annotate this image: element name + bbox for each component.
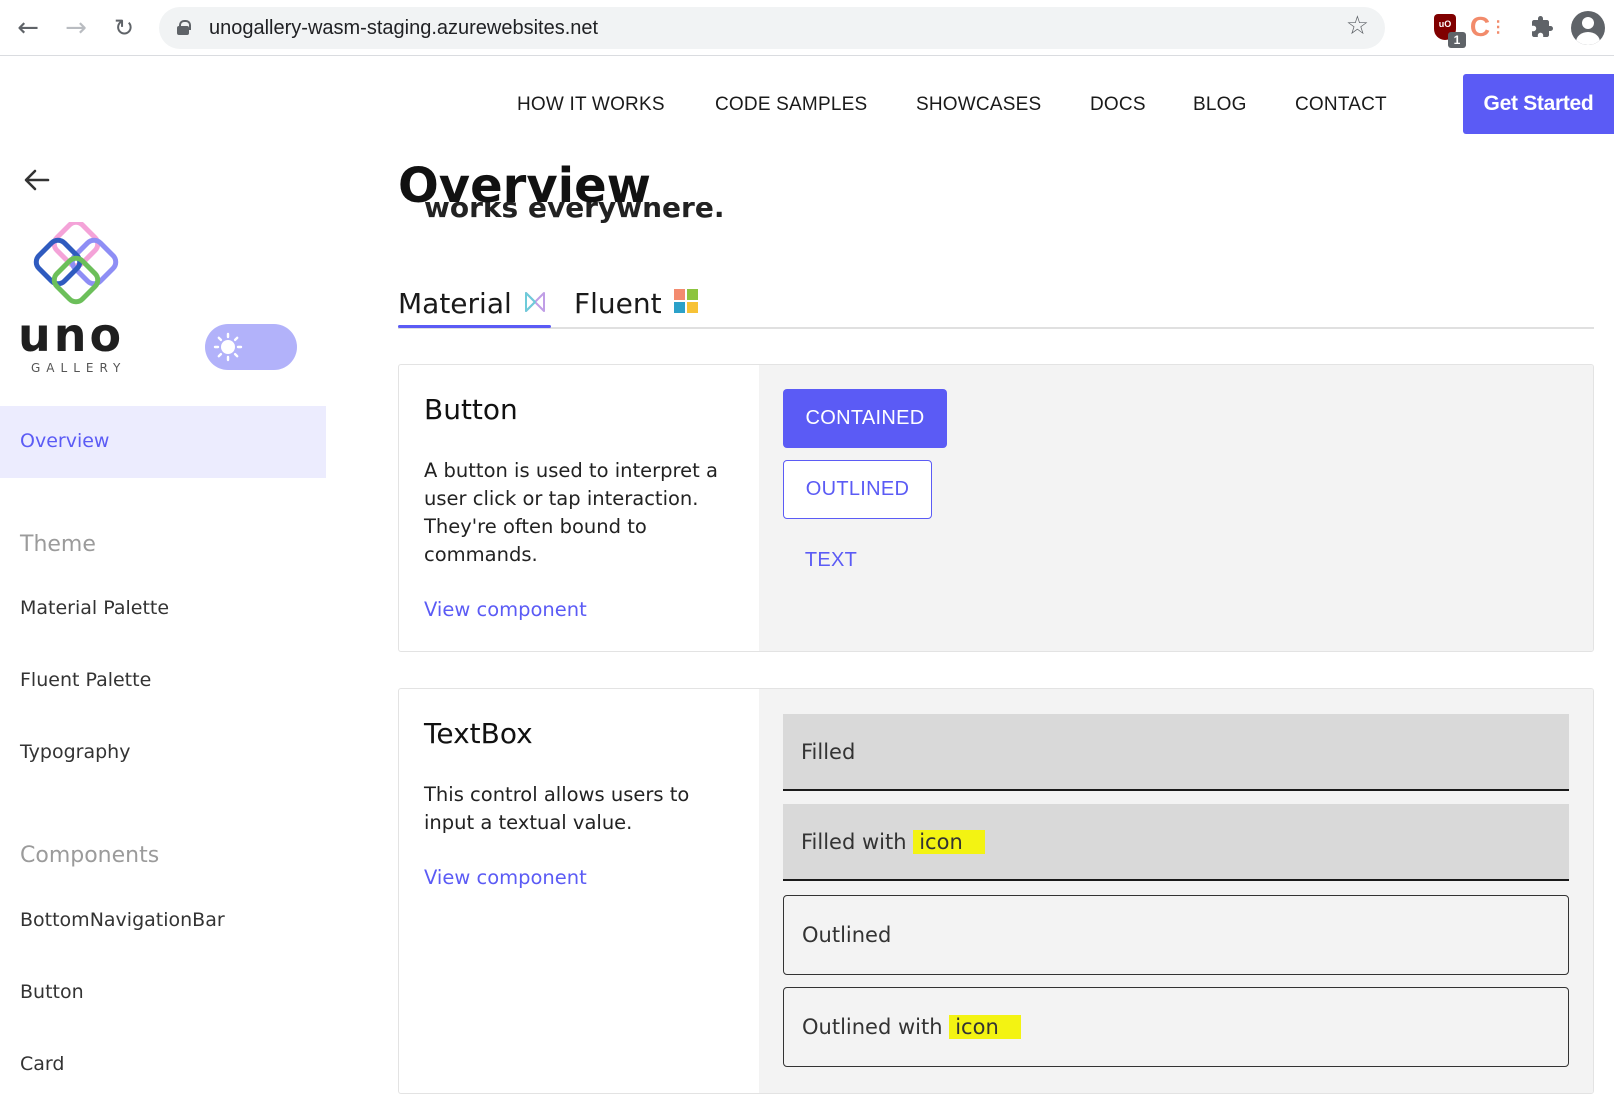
tab-material-label: Material	[398, 286, 512, 320]
tabs-divider	[398, 327, 1594, 329]
extensions-puzzle-icon[interactable]	[1527, 12, 1557, 42]
filled-icon-textbox-placeholder: Filled with	[801, 829, 914, 854]
theme-toggle[interactable]	[205, 324, 297, 370]
brand-subtitle: GALLERY	[31, 361, 127, 375]
button-view-component-link[interactable]: View component	[424, 598, 587, 621]
outlined-icon-textbox[interactable]: Outlined with icon	[783, 987, 1569, 1067]
back-icon[interactable]: ←	[10, 10, 46, 46]
textbox-view-component-link[interactable]: View component	[424, 866, 587, 889]
tab-fluent-label: Fluent	[574, 286, 662, 320]
sidebar-item-card[interactable]: Card	[20, 1053, 64, 1075]
text-button[interactable]: TEXT	[783, 531, 879, 590]
reload-icon[interactable]: ↻	[106, 10, 142, 46]
extension-badge: 1	[1448, 32, 1466, 48]
nav-contact[interactable]: CONTACT	[1295, 94, 1387, 118]
brand-name: uno	[18, 308, 125, 362]
colorzilla-icon[interactable]: C ⋮	[1470, 11, 1506, 42]
button-card-description: A button is used to interpret a user cli…	[424, 459, 718, 566]
sun-icon	[213, 332, 243, 362]
page-title: Overview	[398, 158, 651, 214]
filled-textbox-placeholder: Filled	[801, 739, 856, 764]
material-icon	[524, 287, 546, 320]
button-card: Button A button is used to interpret a u…	[398, 364, 1594, 652]
forward-icon[interactable]: →	[58, 10, 94, 46]
sidebar-item-button[interactable]: Button	[20, 981, 84, 1003]
sidebar-header-components: Components	[20, 843, 160, 868]
filled-icon-textbox[interactable]: Filled with icon	[783, 804, 1569, 881]
sidebar-item-bottomnavigationbar[interactable]: BottomNavigationBar	[20, 909, 225, 931]
contained-button[interactable]: CONTAINED	[783, 389, 947, 448]
outlined-textbox[interactable]: Outlined	[783, 895, 1569, 975]
button-card-title: Button	[424, 393, 518, 426]
outlined-button[interactable]: OUTLINED	[783, 460, 932, 519]
textbox-card: TextBox This control allows users to inp…	[398, 688, 1594, 1094]
url-text[interactable]: unogallery-wasm-staging.azurewebsites.ne…	[209, 17, 598, 40]
nav-showcases[interactable]: SHOWCASES	[916, 94, 1041, 118]
nav-docs[interactable]: DOCS	[1090, 94, 1146, 118]
sidebar-item-material-palette[interactable]: Material Palette	[20, 597, 169, 619]
back-arrow-icon[interactable]	[20, 163, 54, 197]
bookmark-star-icon[interactable]: ☆	[1346, 11, 1369, 41]
nav-how-it-works[interactable]: HOW IT WORKS	[517, 94, 665, 118]
sidebar-header-theme: Theme	[20, 532, 96, 557]
sidebar-item-overview-label[interactable]: Overview	[20, 430, 109, 452]
filled-textbox[interactable]: Filled	[783, 714, 1569, 791]
nav-blog[interactable]: BLOG	[1193, 94, 1247, 118]
uno-logo-icon	[30, 219, 122, 310]
tab-material[interactable]: Material	[398, 279, 546, 327]
tab-fluent[interactable]: Fluent	[574, 279, 698, 327]
profile-avatar-icon[interactable]	[1571, 11, 1605, 45]
lock-icon[interactable]	[177, 20, 191, 35]
sidebar-item-typography[interactable]: Typography	[20, 741, 130, 763]
filled-icon-textbox-highlight: icon	[913, 829, 985, 854]
outlined-icon-textbox-highlight: icon	[949, 1015, 1021, 1039]
get-started-button[interactable]: Get Started	[1463, 74, 1614, 134]
sidebar-item-fluent-palette[interactable]: Fluent Palette	[20, 669, 151, 691]
nav-code-samples[interactable]: CODE SAMPLES	[715, 94, 867, 118]
textbox-card-description: This control allows users to input a tex…	[424, 783, 690, 834]
browser-toolbar: ← → ↻ unogallery-wasm-staging.azurewebsi…	[0, 0, 1614, 56]
textbox-card-title: TextBox	[424, 717, 533, 750]
address-bar[interactable]: unogallery-wasm-staging.azurewebsites.ne…	[159, 7, 1385, 49]
tab-selected-indicator	[398, 325, 551, 328]
outlined-icon-textbox-placeholder: Outlined with	[802, 1015, 950, 1039]
ublock-icon[interactable]: uO 1	[1430, 12, 1466, 48]
outlined-textbox-placeholder: Outlined	[802, 923, 892, 947]
fluent-icon	[673, 287, 698, 320]
